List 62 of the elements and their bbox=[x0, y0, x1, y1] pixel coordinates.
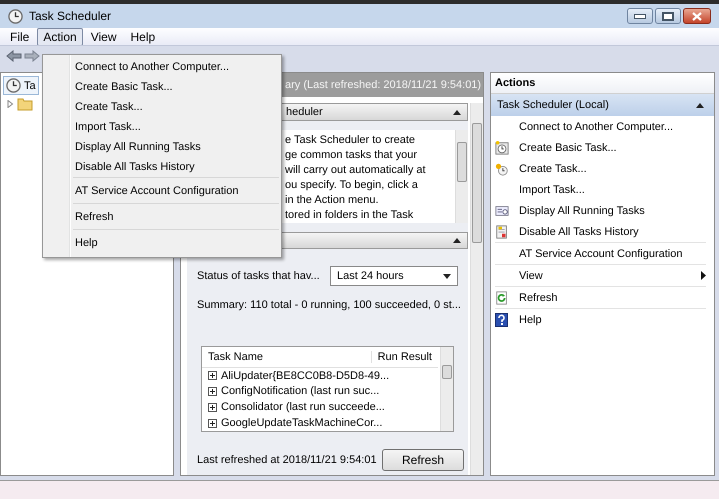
description-text: e Task Scheduler to create ge common tasks that your will carry out automatically at ou specify. To begin, click a in the Action menu. tored in folders in the Task bbox=[285, 132, 427, 222]
menu-item[interactable]: Help bbox=[73, 229, 279, 255]
task-list-icon bbox=[495, 204, 509, 218]
collapse-icon[interactable] bbox=[453, 238, 461, 244]
summary-text: Summary: 110 total - 0 running, 100 succeeded, 0 st... bbox=[197, 299, 461, 311]
filter-label: Status of tasks that hav... bbox=[197, 270, 320, 282]
task-name-cell[interactable]: GoogleUpdateTaskMachineCor... bbox=[221, 417, 382, 430]
close-button[interactable] bbox=[683, 8, 711, 24]
column-header[interactable]: Task Name bbox=[208, 350, 264, 363]
action-link[interactable]: Disable All Tasks History bbox=[495, 221, 706, 242]
task-name-cell[interactable]: Consolidator (last run succeede... bbox=[221, 401, 385, 414]
maximize-icon bbox=[662, 12, 674, 20]
clock-icon bbox=[6, 78, 21, 93]
window-title: Task Scheduler bbox=[29, 9, 112, 23]
last-refreshed-text: Last refreshed at 2018/11/21 9:54:01 bbox=[197, 454, 377, 466]
forward-arrow-icon[interactable] bbox=[24, 50, 40, 62]
close-icon bbox=[691, 12, 703, 20]
dropdown-arrow-icon bbox=[443, 274, 451, 278]
expand-plus-icon[interactable] bbox=[208, 418, 217, 428]
action-link[interactable]: Import Task... bbox=[495, 179, 706, 200]
action-link[interactable]: Refresh bbox=[495, 286, 706, 308]
action-link[interactable]: Help bbox=[495, 308, 706, 330]
tree-item[interactable]: Ta bbox=[3, 76, 39, 95]
column-header[interactable]: Run Result bbox=[370, 350, 432, 363]
menu-item[interactable]: Action bbox=[37, 28, 83, 46]
minimize-button[interactable] bbox=[627, 8, 653, 24]
action-link[interactable]: Create Task... bbox=[495, 158, 706, 179]
action-link[interactable]: View bbox=[495, 264, 706, 286]
action-link[interactable]: Display All Running Tasks bbox=[495, 200, 706, 221]
expander-icon[interactable] bbox=[6, 100, 14, 108]
menu-item[interactable]: View bbox=[84, 28, 122, 46]
menu-item[interactable]: File bbox=[4, 28, 36, 46]
refresh-icon bbox=[495, 290, 509, 304]
actions-group-header[interactable]: Task Scheduler (Local) bbox=[491, 94, 714, 116]
task-name-cell[interactable]: ConfigNotification (last run suc... bbox=[221, 385, 380, 398]
scrollbar[interactable] bbox=[455, 130, 468, 222]
menu-item[interactable]: Help bbox=[124, 28, 162, 46]
time-range-dropdown[interactable]: Last 24 hours bbox=[330, 266, 458, 286]
menu-item[interactable]: Disable All Tasks History bbox=[45, 157, 279, 177]
expand-plus-icon[interactable] bbox=[208, 402, 217, 412]
expand-plus-icon[interactable] bbox=[208, 371, 217, 380]
action-link[interactable]: Create Basic Task... bbox=[495, 137, 706, 158]
scrollbar[interactable] bbox=[470, 103, 483, 475]
scrollbar[interactable] bbox=[440, 347, 453, 431]
refresh-button[interactable]: Refresh bbox=[382, 449, 464, 471]
action-link[interactable]: Connect to Another Computer... bbox=[495, 116, 706, 137]
submenu-arrow-icon bbox=[701, 271, 706, 280]
collapse-icon[interactable] bbox=[453, 110, 461, 115]
menu-item[interactable]: Refresh bbox=[73, 203, 279, 229]
back-arrow-icon[interactable] bbox=[6, 50, 22, 62]
expand-plus-icon[interactable] bbox=[208, 386, 217, 396]
menu-item[interactable]: Display All Running Tasks bbox=[45, 137, 279, 157]
task-name-cell[interactable]: AliUpdater{BE8CC0B8-D5D8-49... bbox=[221, 370, 390, 382]
help-icon bbox=[495, 312, 508, 326]
collapse-icon[interactable] bbox=[696, 103, 704, 108]
menu-item[interactable]: AT Service Account Configuration bbox=[73, 177, 279, 203]
folder-icon bbox=[17, 97, 33, 111]
maximize-button[interactable] bbox=[655, 8, 681, 24]
action-link[interactable]: AT Service Account Configuration bbox=[495, 242, 706, 264]
minimize-icon bbox=[634, 14, 646, 18]
clock-icon bbox=[8, 8, 23, 24]
document-icon bbox=[495, 224, 509, 238]
